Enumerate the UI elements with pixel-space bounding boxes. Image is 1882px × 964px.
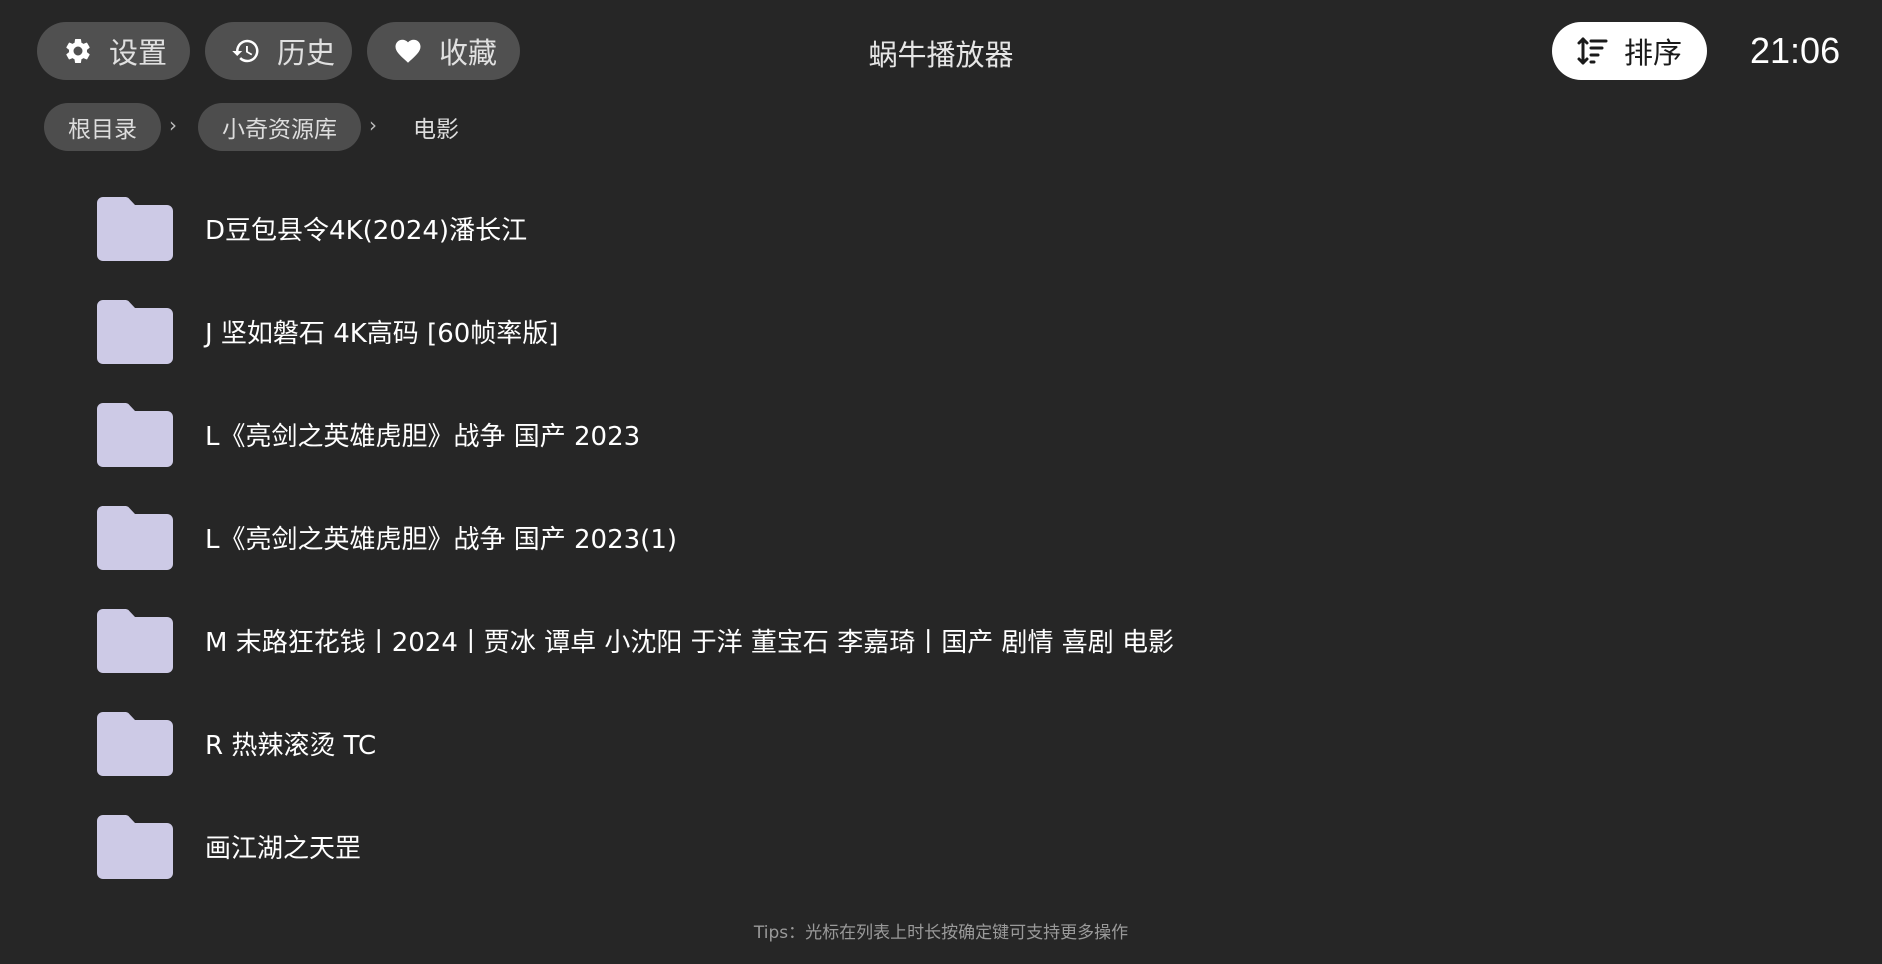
breadcrumb-separator: › bbox=[369, 113, 377, 137]
folder-icon bbox=[97, 196, 173, 261]
breadcrumb-current: 电影 bbox=[413, 117, 459, 143]
app-title: 蜗牛播放器 bbox=[868, 38, 1014, 72]
folder-icon bbox=[97, 608, 173, 673]
folder-icon bbox=[97, 505, 173, 570]
sort-label: 排序 bbox=[1624, 36, 1683, 70]
history-button[interactable]: 历史 bbox=[205, 22, 352, 80]
folder-name: L《亮剑之英雄虎胆》战争 国产 2023 bbox=[205, 422, 641, 452]
gear-icon bbox=[63, 36, 93, 66]
folder-name: D豆包县令4K(2024)潘长江 bbox=[205, 216, 528, 246]
history-label: 历史 bbox=[277, 36, 336, 70]
list-item[interactable]: 画江湖之天罡 bbox=[80, 795, 1480, 898]
folder-name: M 末路狂花钱丨2024丨贾冰 谭卓 小沈阳 于洋 董宝石 李嘉琦丨国产 剧情 … bbox=[205, 628, 1174, 658]
list-item[interactable]: M 末路狂花钱丨2024丨贾冰 谭卓 小沈阳 于洋 董宝石 李嘉琦丨国产 剧情 … bbox=[80, 589, 1480, 692]
sort-button[interactable]: 排序 bbox=[1552, 22, 1707, 80]
folder-name: L《亮剑之英雄虎胆》战争 国产 2023(1) bbox=[205, 525, 678, 555]
folder-icon bbox=[97, 299, 173, 364]
tips-text: Tips：光标在列表上时长按确定键可支持更多操作 bbox=[753, 923, 1129, 943]
history-icon bbox=[231, 36, 261, 66]
heart-icon bbox=[393, 36, 423, 66]
list-item[interactable]: L《亮剑之英雄虎胆》战争 国产 2023(1) bbox=[80, 486, 1480, 589]
sort-icon bbox=[1576, 34, 1610, 68]
folder-name: R 热辣滚烫 TC bbox=[205, 731, 377, 761]
folder-name: J 坚如磐石 4K高码 [60帧率版] bbox=[205, 319, 559, 349]
breadcrumb-separator: › bbox=[169, 113, 177, 137]
breadcrumb-root[interactable]: 根目录 bbox=[44, 103, 161, 151]
favorites-label: 收藏 bbox=[439, 36, 498, 70]
breadcrumb-library[interactable]: 小奇资源库 bbox=[198, 103, 361, 151]
favorites-button[interactable]: 收藏 bbox=[367, 22, 520, 80]
list-item[interactable]: R 热辣滚烫 TC bbox=[80, 692, 1480, 795]
settings-label: 设置 bbox=[109, 36, 168, 70]
breadcrumb: 根目录 › 小奇资源库 › 电影 bbox=[44, 103, 459, 151]
clock: 21:06 bbox=[1750, 30, 1841, 71]
folder-icon bbox=[97, 814, 173, 879]
list-item[interactable]: J 坚如磐石 4K高码 [60帧率版] bbox=[80, 280, 1480, 383]
list-item[interactable]: L《亮剑之英雄虎胆》战争 国产 2023 bbox=[80, 383, 1480, 486]
settings-button[interactable]: 设置 bbox=[37, 22, 190, 80]
folder-name: 画江湖之天罡 bbox=[205, 834, 362, 864]
list-item[interactable]: D豆包县令4K(2024)潘长江 bbox=[80, 177, 1480, 280]
folder-icon bbox=[97, 711, 173, 776]
folder-icon bbox=[97, 402, 173, 467]
